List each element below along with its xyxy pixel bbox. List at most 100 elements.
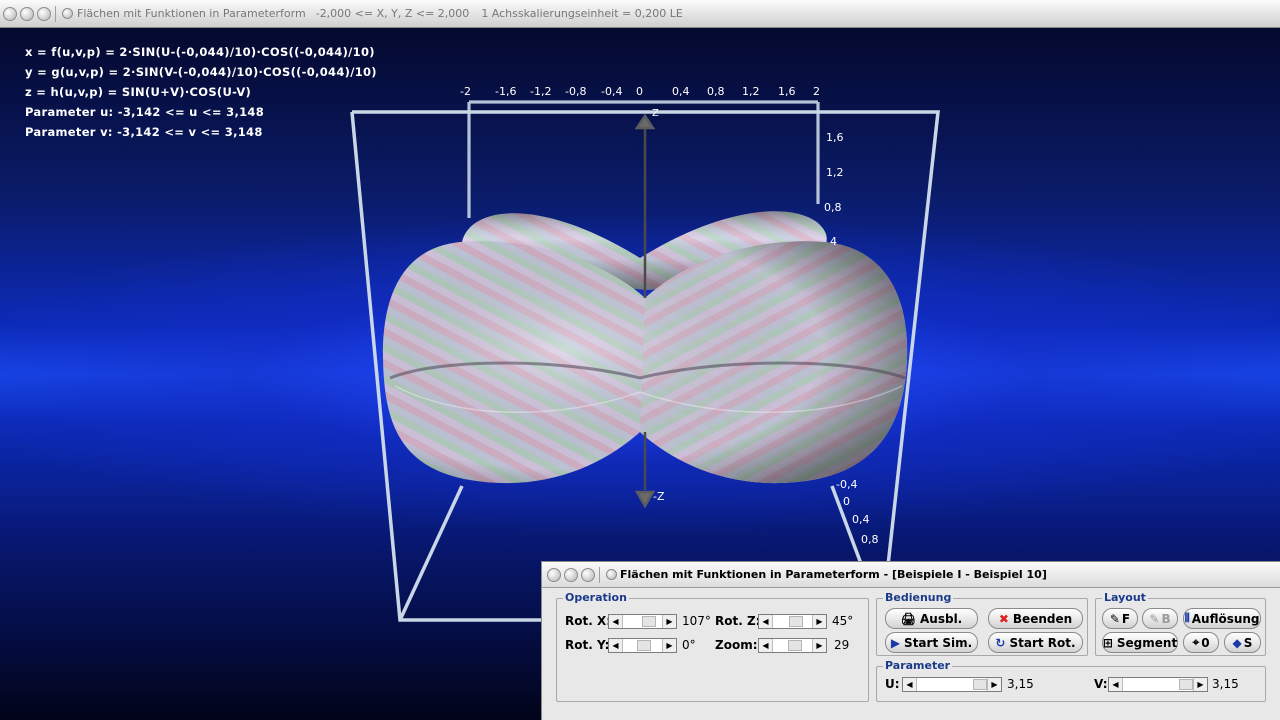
top-tick: 0	[636, 85, 643, 98]
layout-zero-button[interactable]: ⌖ 0	[1183, 632, 1219, 653]
bedienung-group: Bedienung 🖨 Ausbl. ✖ Beenden ▶ Start Sim…	[876, 591, 1088, 656]
top-tick: -1,6	[495, 85, 517, 98]
top-tick: -2	[460, 85, 471, 98]
start-rot-button[interactable]: ↻ Start Rot.	[988, 632, 1083, 653]
arrow-left-icon[interactable]: ◀	[903, 678, 917, 691]
arrow-right-icon[interactable]: ▶	[662, 639, 676, 652]
minimize-window-button[interactable]	[20, 6, 34, 21]
layout-f-button[interactable]: ✎ F	[1102, 608, 1138, 629]
dialog-maximize-button[interactable]	[581, 567, 595, 582]
aufloesung-button[interactable]: ⦀ Auflösung	[1183, 608, 1261, 629]
close-icon: ✖	[998, 611, 1009, 626]
resolution-icon: ⦀	[1184, 611, 1190, 625]
top-tick: 0,8	[707, 85, 725, 98]
parameter-group: Parameter U: ◀ ▶ 3,15 V: ◀ ▶ 3,15	[876, 659, 1266, 702]
rot-y-slider[interactable]: ◀ ▶	[608, 638, 677, 653]
arrow-left-icon[interactable]: ◀	[609, 639, 623, 652]
dialog-menu-icon[interactable]	[606, 569, 617, 580]
arrow-left-icon[interactable]: ◀	[609, 615, 623, 628]
rot-y-thumb[interactable]	[637, 640, 651, 651]
rot-z-label: Rot. Z:	[715, 614, 761, 628]
top-tick: 0,4	[672, 85, 690, 98]
u-thumb[interactable]	[973, 679, 987, 690]
layout-legend: Layout	[1102, 591, 1148, 604]
crosshair-icon: ⌖	[1192, 635, 1200, 649]
dialog-close-button[interactable]	[547, 567, 561, 582]
arrow-left-icon[interactable]: ◀	[759, 639, 773, 652]
paint-icon: ✎	[1109, 611, 1120, 626]
rot-x-slider[interactable]: ◀ ▶	[608, 614, 677, 629]
segment-button[interactable]: ⊞ Segment	[1102, 632, 1178, 653]
v-thumb[interactable]	[1179, 679, 1193, 690]
beenden-button[interactable]: ✖ Beenden	[988, 608, 1083, 629]
window-range: -2,000 <= X, Y, Z <= 2,000	[315, 7, 470, 20]
layout-zero-label: 0	[1201, 635, 1210, 650]
top-tick: 2	[813, 85, 820, 98]
rot-y-value: 0°	[682, 638, 696, 652]
ausbl-label: Ausbl.	[920, 611, 963, 626]
top-tick: -0,4	[601, 85, 623, 98]
formula-x: x = f(u,v,p) = 2·SIN(U-(-0,044)/10)·COS(…	[25, 45, 375, 59]
top-tick: 1,2	[742, 85, 760, 98]
layout-s-button[interactable]: ◆ S	[1224, 632, 1261, 653]
right-tick: 1,6	[826, 131, 844, 144]
arrow-right-icon[interactable]: ▶	[812, 615, 826, 628]
ausbl-button[interactable]: 🖨 Ausbl.	[885, 608, 978, 629]
rot-z-value: 45°	[832, 614, 854, 628]
dialog-minimize-button[interactable]	[564, 567, 578, 582]
bottom-tick: -0,4	[836, 478, 858, 491]
v-label: V:	[1094, 677, 1108, 691]
arrow-left-icon[interactable]: ◀	[1109, 678, 1123, 691]
right-tick: 0,8	[824, 201, 842, 214]
control-dialog: Flächen mit Funktionen in Parameterform …	[541, 561, 1280, 720]
u-value: 3,15	[1007, 677, 1034, 691]
layout-b-label: B	[1161, 611, 1171, 626]
layout-s-label: S	[1243, 635, 1253, 650]
dialog-title: Flächen mit Funktionen in Parameterform …	[620, 568, 1047, 581]
close-window-button[interactable]	[3, 6, 17, 21]
neg-z-axis-label: -Z	[653, 490, 665, 503]
camera-icon: 🖨	[900, 611, 916, 626]
operation-legend: Operation	[563, 591, 629, 604]
top-tick: -0,8	[565, 85, 587, 98]
dialog-title-bar: Flächen mit Funktionen in Parameterform …	[542, 562, 1280, 588]
rot-z-slider[interactable]: ◀ ▶	[758, 614, 827, 629]
dialog-title-separator	[599, 566, 600, 583]
start-sim-button[interactable]: ▶ Start Sim.	[885, 632, 978, 653]
rot-y-label: Rot. Y:	[565, 638, 610, 652]
layout-b-button[interactable]: ✎ B	[1142, 608, 1178, 629]
arrow-right-icon[interactable]: ▶	[987, 678, 1001, 691]
eraser-icon: ◆	[1232, 635, 1242, 650]
segment-label: Segment	[1116, 635, 1178, 650]
grid-icon: ⊞	[1102, 635, 1113, 650]
maximize-window-button[interactable]	[37, 6, 51, 21]
right-tick: 1,2	[826, 166, 844, 179]
window-menu-icon[interactable]	[62, 8, 73, 19]
arrow-right-icon[interactable]: ▶	[662, 615, 676, 628]
rot-z-thumb[interactable]	[789, 616, 803, 627]
layout-group: Layout ✎ F ✎ B ⦀ Auflösung ⊞ Segment ⌖ 0…	[1095, 591, 1266, 656]
right-tick: 4	[830, 235, 837, 248]
rot-x-thumb[interactable]	[642, 616, 656, 627]
operation-group: Operation Rot. X: ◀ ▶ 107° Rot. Z: ◀ ▶ 4…	[556, 591, 869, 702]
zoom-thumb[interactable]	[788, 640, 802, 651]
beenden-label: Beenden	[1012, 611, 1073, 626]
parameter-v-range: Parameter v: -3,142 <= v <= 3,148	[25, 125, 263, 139]
bottom-tick: 0,8	[861, 533, 879, 546]
zoom-value: 29	[834, 638, 850, 652]
arrow-right-icon[interactable]: ▶	[812, 639, 826, 652]
play-icon: ▶	[890, 635, 901, 650]
window-scale: 1 Achsskalierungseinheit = 0,200 LE	[481, 7, 683, 20]
arrow-left-icon[interactable]: ◀	[759, 615, 773, 628]
main-title-bar: Flächen mit Funktionen in Parameterform …	[0, 0, 1280, 28]
zoom-slider[interactable]: ◀ ▶	[758, 638, 827, 653]
v-slider[interactable]: ◀ ▶	[1108, 677, 1208, 692]
formula-y: y = g(u,v,p) = 2·SIN(V-(-0,044)/10)·COS(…	[25, 65, 377, 79]
bottom-tick: 0	[843, 495, 850, 508]
u-slider[interactable]: ◀ ▶	[902, 677, 1002, 692]
arrow-right-icon[interactable]: ▶	[1193, 678, 1207, 691]
layout-f-label: F	[1121, 611, 1131, 626]
window-title: Flächen mit Funktionen in Parameterform	[77, 7, 306, 20]
parameter-u-range: Parameter u: -3,142 <= u <= 3,148	[25, 105, 265, 119]
formula-z: z = h(u,v,p) = SIN(U+V)·COS(U-V)	[25, 85, 252, 99]
